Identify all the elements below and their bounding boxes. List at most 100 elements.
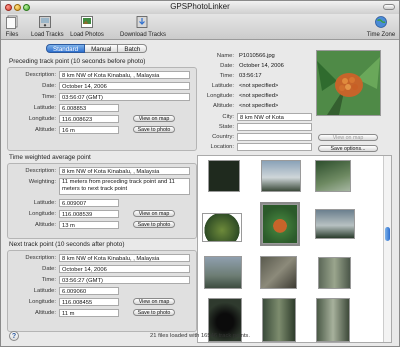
time-label: Time: [41,94,56,100]
longitude-label: Longitude: [28,116,56,122]
location-label: Location: [210,144,234,150]
weighted-box: Description: 8 km NW of Kota Kinabalu, , … [7,163,197,239]
photo-view-on-map-button[interactable]: View on map [318,134,378,141]
latitude-label: Latitude: [33,288,56,294]
date-label: Date: [42,266,56,272]
photo-city-field[interactable]: 8 km NW of Kota [237,113,312,121]
description-label: Description: [25,72,56,78]
photo-thumbnail[interactable] [204,256,242,289]
time-zone-button[interactable]: Time Zone [366,15,396,38]
photo-country-field[interactable] [237,133,312,141]
next-description-field[interactable]: 8 km NW of Kota Kinabalu, , Malaysia [59,254,190,262]
photo-thumbnail[interactable] [315,209,355,239]
photo-preview [316,50,381,116]
weighted-weighting-field[interactable]: 11 meters from preceding track point and… [59,178,190,195]
next-box: Description: 8 km NW of Kota Kinabalu, , … [7,250,197,332]
next-date-field[interactable]: October 14, 2006 [59,265,190,273]
photo-altitude-value: <not specified> [239,103,279,109]
photo-thumbnail[interactable] [208,160,240,192]
longitude-label: Longitude: [206,93,234,99]
photo-info-panel: Name: P1010566.jpg Date: October 14, 2006 … [197,44,396,343]
preceding-description-field[interactable]: 8 km NW of Kota Kinabalu, , Malaysia [59,71,190,79]
thumbnail-scrollbar[interactable] [383,156,391,342]
photo-thumbnail[interactable] [260,256,297,289]
preceding-save-to-photo-button[interactable]: Save to photo [133,126,175,133]
preceding-view-on-map-button[interactable]: View on map [133,115,175,122]
latitude-label: Latitude: [33,200,56,206]
files-toolbar-button[interactable]: Files [3,15,21,38]
next-save-to-photo-button[interactable]: Save to photo [133,309,175,316]
next-latitude-field[interactable]: 6.009060 [59,287,119,295]
longitude-label: Longitude: [28,211,56,217]
date-label: Date: [42,83,56,89]
photo-thumbnail[interactable] [261,160,301,192]
next-longitude-field[interactable]: 116.008455 [59,298,119,306]
files-label: Files [5,32,19,38]
files-icon [3,15,21,31]
city-label: City: [222,114,234,120]
weighted-longitude-field[interactable]: 116.008539 [59,210,119,218]
photo-thumbnail[interactable] [318,257,351,289]
weighted-latitude-field[interactable]: 6.009007 [59,199,119,207]
title-bar: GPSPhotoLinker [1,1,399,15]
download-icon [120,15,164,31]
country-label: Country: [212,134,234,140]
weighted-save-to-photo-button[interactable]: Save to photo [133,221,175,228]
date-label: Date: [220,63,234,69]
photo-thumbnail-grid [197,155,392,343]
next-time-field[interactable]: 03:56:27 (GMT) [59,276,190,284]
weighted-altitude-field[interactable]: 13 m [59,221,119,229]
preceding-altitude-field[interactable]: 16 m [59,126,119,134]
track-point-panel: Standard Manual Batch Preceding track po… [7,44,198,334]
altitude-label: Altitude: [35,310,56,316]
description-label: Description: [25,255,56,261]
state-label: State: [218,124,234,130]
mode-segmented-control: Standard Manual Batch [46,44,148,53]
load-photos-button[interactable]: Load Photos [70,15,104,38]
photo-latitude-value: <not specified> [239,83,279,89]
photo-thumbnail-selected[interactable] [260,202,300,246]
weighting-label: Weighting: [28,179,56,185]
photo-location-field[interactable] [237,143,312,151]
latitude-label: Latitude: [33,105,56,111]
preceding-longitude-field[interactable]: 116.008623 [59,115,119,123]
photo-name-value: P1010566.jpg [239,53,275,59]
time-label: Time: [41,277,56,283]
toolbar-toggle-button[interactable] [383,4,395,10]
gps-icon [31,15,59,31]
photo-state-field[interactable] [237,123,312,131]
weighted-view-on-map-button[interactable]: View on map [133,210,175,217]
tab-manual[interactable]: Manual [85,44,119,53]
preceding-date-field[interactable]: October 14, 2006 [59,82,190,90]
preceding-latitude-field[interactable]: 6.008853 [59,104,119,112]
window-title: GPSPhotoLinker [170,2,230,11]
time-zone-label: Time Zone [366,32,396,38]
name-label: Name: [216,53,234,59]
load-tracks-button[interactable]: Load Tracks [31,15,64,38]
latitude-label: Latitude: [211,83,234,89]
load-tracks-label: Load Tracks [31,32,64,38]
save-options-button[interactable]: Save options... [318,145,378,152]
photo-thumbnail[interactable] [315,160,351,192]
tab-standard[interactable]: Standard [46,44,86,53]
photo-date-value: October 14, 2006 [239,63,284,69]
photo-time-value: 03:56:17 [239,73,262,79]
preceding-section-title: Preceding track point (10 seconds before… [9,58,146,65]
app-window: GPSPhotoLinker Files Load Tracks Load Ph… [0,0,400,347]
tab-batch[interactable]: Batch [118,44,148,53]
scrollbar-thumb[interactable] [385,227,390,241]
globe-icon [366,15,396,31]
preceding-time-field[interactable]: 03:56:07 (GMT) [59,93,190,101]
weighted-description-field[interactable]: 8 km NW of Kota Kinabalu, , Malaysia [59,167,190,175]
download-tracks-label: Download Tracks [120,32,167,38]
description-label: Description: [25,168,56,174]
download-tracks-button[interactable]: Download Tracks [120,15,167,38]
time-label: Time: [219,73,234,79]
toolbar: Files Load Tracks Load Photos Download T… [1,14,399,40]
status-bar-text: 21 files loaded with 16546 track points. [150,333,250,339]
next-altitude-field[interactable]: 11 m [59,309,119,317]
photo-thumbnail[interactable] [202,213,242,242]
photo-icon [70,15,104,31]
preview-image [317,51,380,115]
next-view-on-map-button[interactable]: View on map [133,298,175,305]
